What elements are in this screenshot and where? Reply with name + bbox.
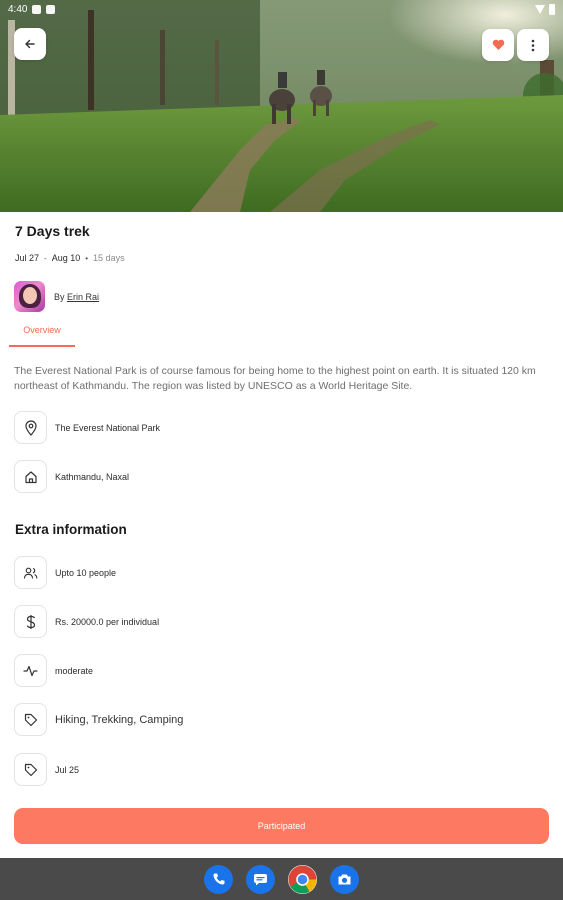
phone-icon[interactable] bbox=[204, 864, 233, 894]
capacity-row: Upto 10 people bbox=[14, 556, 116, 589]
notification-icon-2 bbox=[46, 4, 56, 14]
notification-icon bbox=[32, 4, 42, 14]
tag-icon bbox=[24, 713, 37, 726]
more-vertical-icon bbox=[531, 39, 535, 51]
avatar[interactable] bbox=[14, 281, 45, 312]
capacity-icon-box bbox=[14, 556, 47, 589]
home-icon bbox=[24, 470, 37, 483]
location-icon-box bbox=[14, 411, 47, 444]
tab-overview-label: Overview bbox=[23, 325, 61, 335]
dollar-icon bbox=[26, 614, 35, 629]
trip-duration: 15 days bbox=[93, 253, 125, 263]
address-text: Kathmandu, Naxal bbox=[55, 471, 130, 482]
tag-icon bbox=[24, 763, 37, 776]
favorite-button[interactable] bbox=[482, 29, 514, 61]
extra-info-title: Extra information bbox=[15, 522, 127, 537]
tab-indicator bbox=[9, 345, 75, 347]
activities-row: Hiking, Trekking, Camping bbox=[14, 703, 183, 736]
status-bar: 4:40 bbox=[0, 0, 563, 18]
dot-separator: • bbox=[85, 253, 89, 263]
more-options-button[interactable] bbox=[517, 29, 549, 61]
camera-icon[interactable] bbox=[330, 864, 359, 894]
difficulty-text: moderate bbox=[55, 665, 94, 676]
arrow-left-icon bbox=[25, 39, 35, 49]
participated-button[interactable]: Participated bbox=[14, 808, 549, 844]
taskbar bbox=[0, 858, 563, 900]
start-date: Jul 27 bbox=[15, 253, 40, 263]
trip-description: The Everest National Park is of course f… bbox=[14, 365, 536, 392]
status-time: 4:40 bbox=[8, 3, 28, 15]
trip-dates: Jul 27 - Aug 10 • 15 days bbox=[15, 253, 125, 263]
author-row[interactable]: By Erin Rai bbox=[14, 281, 99, 312]
date-tag-icon-box bbox=[14, 753, 47, 786]
address-icon-box bbox=[14, 460, 47, 493]
difficulty-icon-box bbox=[14, 654, 47, 687]
trip-title: 7 Days trek bbox=[15, 223, 90, 239]
activities-text: Hiking, Trekking, Camping bbox=[55, 713, 184, 726]
activities-icon-box bbox=[14, 703, 47, 736]
price-text: Rs. 20000.0 per individual bbox=[55, 616, 160, 627]
back-button[interactable] bbox=[14, 28, 46, 60]
heart-icon bbox=[492, 39, 504, 50]
price-row: Rs. 20000.0 per individual bbox=[14, 605, 159, 638]
end-date: Aug 10 bbox=[51, 253, 81, 263]
tab-overview[interactable]: Overview bbox=[9, 320, 75, 347]
location-row: The Everest National Park bbox=[14, 411, 160, 444]
map-pin-icon bbox=[24, 419, 37, 436]
activity-icon bbox=[23, 665, 38, 676]
author-link[interactable]: Erin Rai bbox=[67, 292, 99, 302]
location-text: The Everest National Park bbox=[55, 422, 161, 433]
difficulty-row: moderate bbox=[14, 654, 93, 687]
price-icon-box bbox=[14, 605, 47, 638]
date-separator: - bbox=[44, 253, 47, 263]
author-label: By Erin Rai bbox=[54, 292, 99, 302]
hero-image: 4:40 bbox=[0, 0, 563, 212]
author-prefix: By bbox=[54, 291, 65, 302]
chrome-icon[interactable] bbox=[288, 864, 317, 894]
jungle-photo bbox=[0, 0, 563, 212]
battery-icon bbox=[549, 3, 555, 15]
date-tag-row: Jul 25 bbox=[14, 753, 79, 786]
capacity-text: Upto 10 people bbox=[55, 567, 117, 578]
users-icon bbox=[23, 567, 38, 579]
address-row: Kathmandu, Naxal bbox=[14, 460, 129, 493]
messages-icon[interactable] bbox=[246, 864, 275, 894]
date-tag-text: Jul 25 bbox=[55, 764, 80, 775]
wifi-icon bbox=[535, 4, 545, 14]
